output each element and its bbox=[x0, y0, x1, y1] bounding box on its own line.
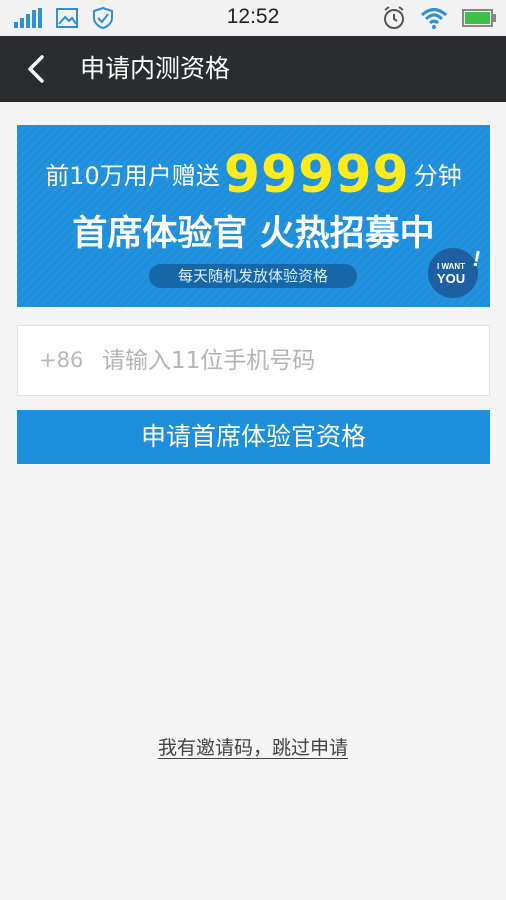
battery-icon bbox=[462, 9, 496, 31]
banner-suffix: 分钟 bbox=[413, 162, 462, 190]
badge-line2: YOU bbox=[436, 271, 466, 286]
badge-line1: I WANT bbox=[437, 262, 465, 271]
wifi-icon bbox=[420, 7, 448, 33]
chevron-left-icon[interactable] bbox=[24, 54, 52, 84]
banner-headline: 前10万用户赠送99999 分钟 bbox=[17, 145, 490, 205]
nav-bar: 申请内测资格 bbox=[0, 36, 506, 102]
phone-input[interactable] bbox=[102, 340, 472, 382]
promo-banner: 前10万用户赠送99999 分钟 首席体验官 火热招募中 每天随机发放体验资格 I… bbox=[17, 125, 490, 307]
skip-with-invite-code-link[interactable]: 我有邀请码，跳过申请 bbox=[158, 737, 348, 759]
page-title: 申请内测资格 bbox=[80, 54, 231, 83]
alarm-icon bbox=[382, 6, 406, 34]
status-bar: 12:52 bbox=[0, 0, 506, 36]
skip-row: 我有邀请码，跳过申请 bbox=[0, 733, 506, 760]
banner-number: 99999 bbox=[223, 145, 410, 205]
country-code: +86 bbox=[39, 348, 84, 372]
banner-prefix: 前10万用户赠送 bbox=[45, 162, 220, 190]
i-want-you-badge: I WANT YOU ! bbox=[428, 246, 483, 298]
banner-slogan: 首席体验官 火热招募中 bbox=[72, 214, 435, 254]
apply-button[interactable]: 申请首席体验官资格 bbox=[17, 410, 490, 464]
status-right-icons bbox=[382, 6, 496, 34]
banner-pill: 每天随机发放体验资格 bbox=[149, 264, 357, 288]
phone-field[interactable]: +86 bbox=[17, 325, 490, 396]
